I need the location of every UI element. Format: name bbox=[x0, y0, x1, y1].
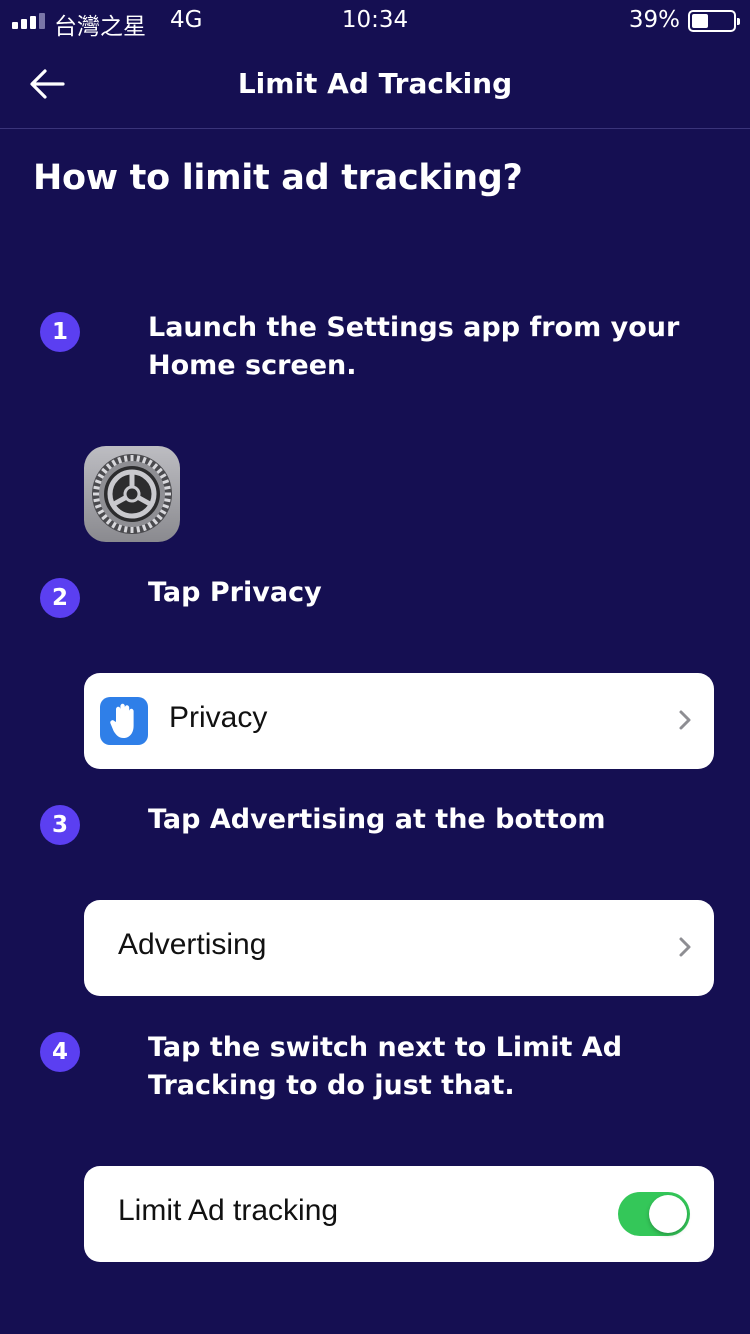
privacy-label: Privacy bbox=[169, 701, 268, 734]
step-number-badge: 4 bbox=[40, 1032, 80, 1072]
chevron-right-icon bbox=[679, 937, 691, 957]
limit-ad-tracking-label: Limit Ad tracking bbox=[118, 1194, 339, 1227]
nav-title: Limit Ad Tracking bbox=[237, 67, 513, 100]
advertising-row[interactable]: Advertising bbox=[84, 900, 714, 996]
step-instruction: Tap Advertising at the bottom bbox=[148, 804, 606, 835]
battery-icon bbox=[688, 10, 740, 32]
step-instruction: Launch the Settings app from your Home s… bbox=[148, 312, 680, 381]
advertising-label: Advertising bbox=[118, 928, 267, 961]
screen: 台灣之星 4G 10:34 39% Limit Ad Tracking How … bbox=[0, 0, 750, 1334]
hand-icon bbox=[100, 697, 148, 745]
privacy-row[interactable]: Privacy bbox=[84, 673, 714, 769]
nav-bar: Limit Ad Tracking bbox=[0, 40, 750, 129]
limit-ad-tracking-toggle[interactable] bbox=[618, 1192, 690, 1236]
step-number-badge: 3 bbox=[40, 805, 80, 845]
toggle-knob bbox=[649, 1195, 687, 1233]
limit-ad-tracking-row: Limit Ad tracking bbox=[84, 1166, 714, 1262]
settings-app-icon bbox=[84, 446, 180, 542]
page-heading: How to limit ad tracking? bbox=[33, 158, 523, 198]
step-instruction: Tap Privacy bbox=[148, 577, 322, 608]
status-bar: 台灣之星 4G 10:34 39% bbox=[0, 0, 750, 40]
battery-percent: 39% bbox=[628, 7, 680, 33]
step-number-badge: 1 bbox=[40, 312, 80, 352]
step-instruction: Tap the switch next to Limit Ad Tracking… bbox=[148, 1032, 623, 1101]
step-number-badge: 2 bbox=[40, 578, 80, 618]
chevron-right-icon bbox=[679, 710, 691, 730]
